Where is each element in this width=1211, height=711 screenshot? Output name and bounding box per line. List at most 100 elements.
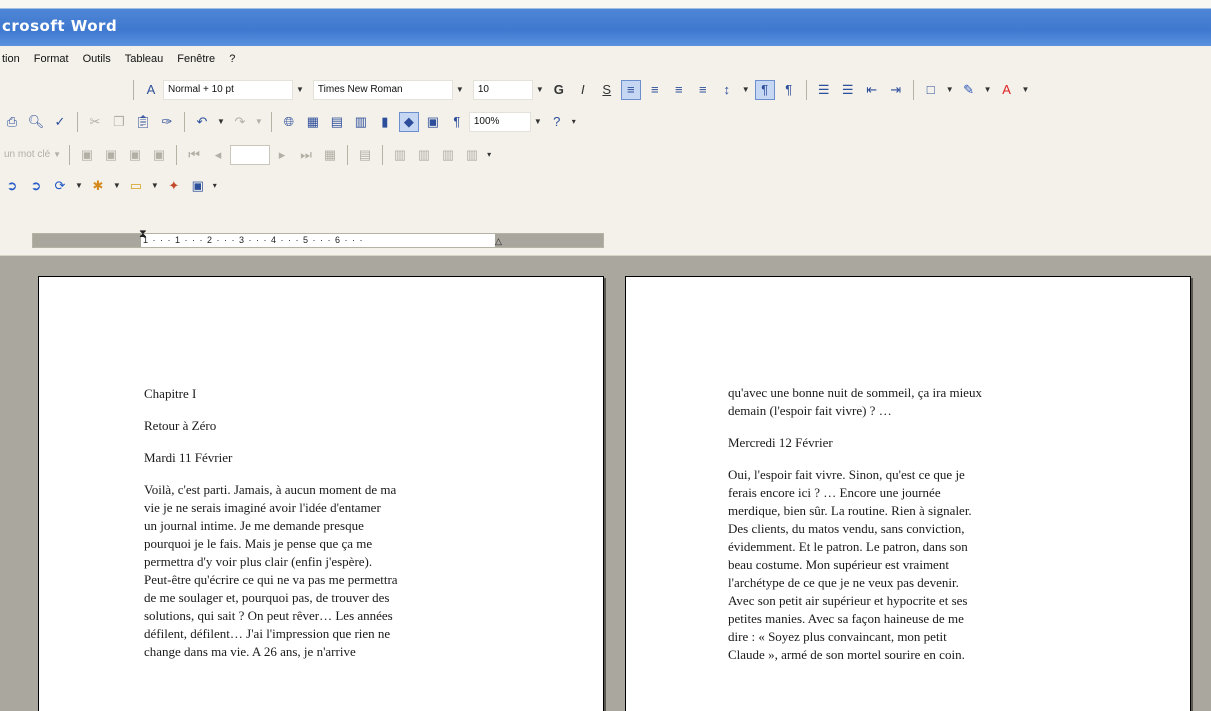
styles-pane-icon[interactable]: A: [141, 80, 161, 100]
indent-marker-icon[interactable]: ⧗: [139, 228, 147, 241]
underline-button[interactable]: S: [597, 80, 617, 100]
text-line: Voilà, c'est parti. Jamais, à aucun mome…: [144, 482, 397, 497]
refresh-icon[interactable]: ⟳: [50, 176, 70, 196]
chevron-down-icon[interactable]: ▼: [534, 117, 542, 126]
web-icon[interactable]: ▣: [188, 176, 208, 196]
ltr-text-icon[interactable]: ¶: [754, 79, 775, 100]
chevron-down-icon[interactable]: ▼: [113, 181, 121, 190]
chevron-down-icon[interactable]: ▼: [255, 117, 263, 126]
insert-table-icon[interactable]: ▤: [327, 112, 347, 132]
right-indent-icon[interactable]: △: [495, 236, 502, 247]
print-icon[interactable]: ⎙: [2, 112, 22, 132]
review-icon[interactable]: ▣: [101, 145, 121, 165]
merge-icon[interactable]: ▥: [462, 145, 482, 165]
document-map-icon[interactable]: ▣: [423, 112, 443, 132]
review-icon[interactable]: ▣: [125, 145, 145, 165]
menu-insertion[interactable]: tion: [2, 51, 20, 67]
chevron-down-icon[interactable]: ▼: [946, 85, 954, 94]
hyperlink-icon[interactable]: 🌐︎: [279, 112, 299, 132]
toolbar-separator: [69, 144, 71, 165]
toolbar-options-icon[interactable]: ▾: [487, 150, 491, 159]
forward-icon[interactable]: ➲: [26, 176, 46, 196]
italic-button[interactable]: I: [573, 80, 593, 100]
page-text[interactable]: Chapitre I Retour à Zéro Mardi 11 Févrie…: [144, 385, 504, 661]
page-left[interactable]: Chapitre I Retour à Zéro Mardi 11 Févrie…: [38, 276, 604, 711]
merge-icon[interactable]: ▥: [414, 145, 434, 165]
page-right[interactable]: qu'avec une bonne nuit de sommeil, ça ir…: [625, 276, 1191, 711]
page-text[interactable]: qu'avec une bonne nuit de sommeil, ça ir…: [728, 384, 1093, 664]
ruler-marks: 1 · · · 1 · · · 2 · · · 3 · · · 4 · · · …: [143, 235, 364, 245]
copy-icon[interactable]: ❐: [109, 112, 129, 132]
record-input[interactable]: [230, 144, 271, 165]
help-icon[interactable]: ?: [547, 112, 567, 132]
menu-help[interactable]: ?: [229, 51, 235, 67]
chevron-down-icon[interactable]: ▼: [75, 181, 83, 190]
chevron-down-icon[interactable]: ▼: [1022, 85, 1030, 94]
menu-outils[interactable]: Outils: [83, 51, 111, 67]
undo-icon[interactable]: ↶: [192, 112, 212, 132]
chevron-down-icon[interactable]: ▼: [151, 181, 159, 190]
keyword-box[interactable]: un mot clé: [4, 149, 50, 160]
align-right-icon[interactable]: ≡: [669, 80, 689, 100]
chevron-down-icon[interactable]: ▼: [536, 85, 544, 94]
last-record-icon[interactable]: ⏭: [296, 145, 316, 165]
show-hide-icon[interactable]: ¶: [447, 112, 467, 132]
justify-icon[interactable]: ≡: [693, 80, 713, 100]
first-record-icon[interactable]: ⏮: [184, 145, 204, 165]
merge-icon[interactable]: ▤: [355, 145, 375, 165]
toolbar-options-icon[interactable]: ▾: [572, 117, 576, 126]
highlight-icon[interactable]: ✎: [959, 80, 979, 100]
toolbar-options-icon[interactable]: ▾: [213, 181, 217, 190]
chevron-down-icon[interactable]: ▼: [217, 117, 225, 126]
bold-button[interactable]: G: [549, 80, 569, 100]
font-combo[interactable]: Times New Roman: [312, 79, 453, 100]
review-icon[interactable]: ▣: [77, 145, 97, 165]
chevron-down-icon[interactable]: ▼: [984, 85, 992, 94]
font-color-icon[interactable]: A: [997, 80, 1017, 100]
menu-fenetre[interactable]: Fenêtre: [177, 51, 215, 67]
font-size-combo[interactable]: 10: [472, 79, 533, 100]
previous-record-icon[interactable]: ◂: [208, 145, 228, 165]
border-icon[interactable]: □: [921, 80, 941, 100]
style-combo[interactable]: Normal + 10 pt: [163, 79, 293, 100]
menu-tableau[interactable]: Tableau: [125, 51, 164, 67]
chevron-down-icon[interactable]: ▼: [53, 150, 61, 159]
folder-icon[interactable]: ▭: [126, 176, 146, 196]
numbering-icon[interactable]: ☰: [814, 80, 834, 100]
columns-icon[interactable]: ▮: [375, 112, 395, 132]
chevron-down-icon[interactable]: ▼: [296, 85, 304, 94]
merge-icon[interactable]: ▥: [438, 145, 458, 165]
zoom-combo[interactable]: 100%: [468, 111, 531, 132]
align-left-icon[interactable]: ≡: [620, 79, 641, 100]
text-line: Oui, l'espoir fait vivre. Sinon, qu'est …: [728, 467, 965, 482]
horizontal-ruler[interactable]: 1 · · · 1 · · · 2 · · · 3 · · · 4 · · · …: [32, 228, 604, 248]
spelling-icon[interactable]: ✓: [50, 112, 70, 132]
rtl-text-icon[interactable]: ¶: [779, 80, 799, 100]
drawing-icon[interactable]: ◆: [398, 111, 419, 132]
chevron-down-icon[interactable]: ▼: [742, 85, 750, 94]
favorites-icon[interactable]: ✱: [88, 176, 108, 196]
next-record-icon[interactable]: ▸: [272, 145, 292, 165]
insert-excel-icon[interactable]: ▥: [351, 112, 371, 132]
paste-icon[interactable]: 📋︎: [133, 112, 153, 132]
redo-icon[interactable]: ↷: [230, 112, 250, 132]
bullets-icon[interactable]: ☰: [838, 80, 858, 100]
align-center-icon[interactable]: ≡: [645, 80, 665, 100]
increase-indent-icon[interactable]: ⇥: [886, 80, 906, 100]
document-workspace[interactable]: Chapitre I Retour à Zéro Mardi 11 Févrie…: [0, 256, 1211, 711]
line-spacing-icon[interactable]: ↕: [717, 80, 737, 100]
review-icon[interactable]: ▣: [149, 145, 169, 165]
print-preview-icon[interactable]: 🔍︎: [26, 112, 46, 132]
cut-icon[interactable]: ✂: [85, 112, 105, 132]
attach-icon[interactable]: ✦: [164, 176, 184, 196]
merge-icon[interactable]: ▥: [390, 145, 410, 165]
standard-toolbar: ⎙ 🔍︎ ✓ ✂ ❐ 📋︎ ✑ ↶ ▼ ↷ ▼ 🌐︎ ▦ ▤ ▥ ▮ ◆ ▣ ¶…: [0, 106, 1211, 137]
decrease-indent-icon[interactable]: ⇤: [862, 80, 882, 100]
menu-format[interactable]: Format: [34, 51, 69, 67]
text-line: dire : « Soyez plus convaincant, mon pet…: [728, 629, 947, 644]
chevron-down-icon[interactable]: ▼: [456, 85, 464, 94]
tables-borders-icon[interactable]: ▦: [303, 112, 323, 132]
merge-icon[interactable]: ▦: [320, 145, 340, 165]
format-painter-icon[interactable]: ✑: [157, 112, 177, 132]
back-icon[interactable]: ➲: [2, 176, 22, 196]
